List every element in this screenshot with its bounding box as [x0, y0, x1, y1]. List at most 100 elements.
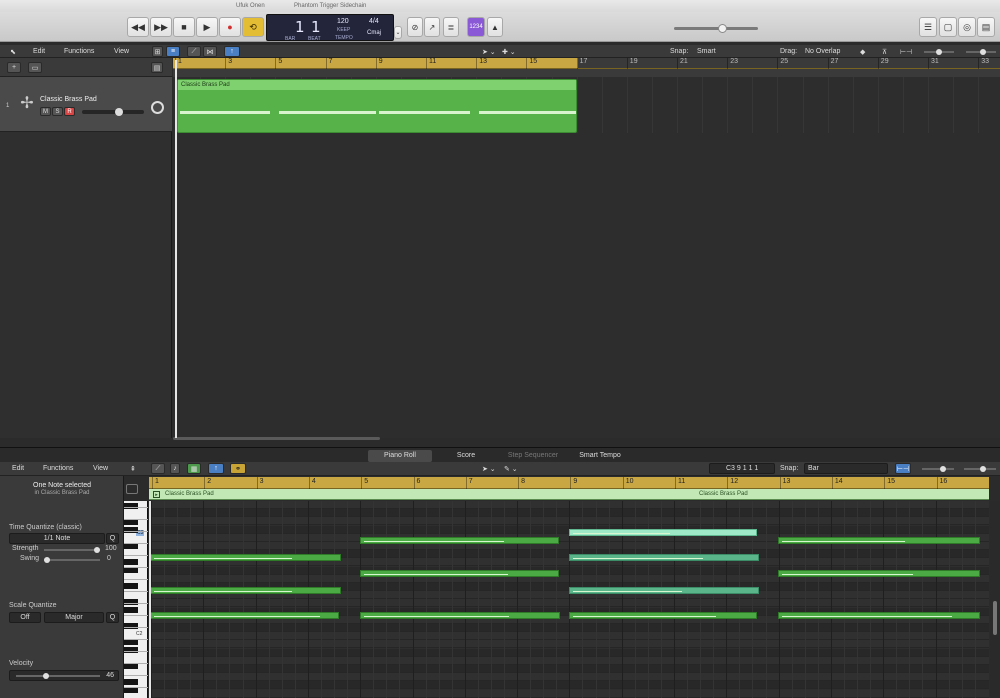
track-header-1[interactable]: 1 ✢ Classic Brass Pad M S R	[0, 77, 172, 132]
velocity-slider[interactable]	[16, 673, 100, 679]
main-ruler[interactable]: 1 3 5 7 9 11 13 15 17 19 21 23 25 27 29 31 33	[173, 58, 1000, 69]
black-key[interactable]	[124, 527, 138, 533]
grid-view-icon[interactable]: ⊞	[152, 46, 163, 57]
calendar-icon[interactable]	[126, 484, 138, 494]
record-icon[interactable]: ●	[219, 17, 241, 37]
track-horizontal-zoom-slider[interactable]	[966, 49, 996, 55]
black-key[interactable]	[124, 607, 138, 613]
tracks-functions-menu[interactable]: Functions	[64, 48, 94, 55]
track-name[interactable]: Classic Brass Pad	[40, 96, 97, 103]
horizontal-zoom-icon[interactable]: ⊢⊣	[900, 48, 912, 56]
velocity-knob[interactable]	[43, 673, 50, 679]
browser-icon[interactable]: ▤	[977, 17, 995, 37]
autopunch-icon[interactable]: ↗	[424, 17, 440, 37]
play-icon[interactable]: ▶	[196, 17, 218, 37]
swing-knob[interactable]	[44, 557, 50, 563]
rewind-icon[interactable]: ◀◀	[127, 17, 149, 37]
back-icon[interactable]: ⬉	[10, 48, 16, 56]
editor-vertical-zoom-knob[interactable]	[940, 466, 946, 472]
midi-note[interactable]	[778, 537, 980, 544]
replace-icon[interactable]: ⊘	[407, 17, 423, 37]
loop-browser-icon[interactable]: ◎	[958, 17, 976, 37]
black-key[interactable]	[124, 647, 138, 653]
scale-quantize-q-button[interactable]: Q	[106, 612, 119, 623]
global-tracks-icon[interactable]: ▤	[151, 62, 163, 73]
track-volume-knob[interactable]	[115, 108, 124, 116]
black-key[interactable]	[124, 559, 138, 565]
tracks-edit-menu[interactable]: Edit	[33, 48, 45, 55]
editor-ruler[interactable]: 1 2 3 4 5 6 7 8 9 10 11 12 13 14 15 16	[149, 477, 989, 489]
midi-note[interactable]	[569, 612, 757, 619]
pan-knob[interactable]	[151, 101, 164, 114]
editor-pointer-tool-icon[interactable]: ➤ ⌄	[482, 465, 496, 473]
piano-keyboard[interactable]: C3 C2	[124, 501, 148, 698]
list-editors-icon[interactable]: ☰	[919, 17, 937, 37]
add-track-icon[interactable]: +	[7, 62, 21, 73]
time-quantize-select[interactable]: 1/1 Note	[9, 533, 105, 544]
stop-icon[interactable]: ■	[173, 17, 195, 37]
waveform-zoom-icon[interactable]: ◆	[860, 48, 865, 56]
pencil-tool-icon[interactable]: ✚ ⌄	[502, 48, 516, 56]
tab-step-sequencer[interactable]: Step Sequencer	[500, 450, 566, 462]
strength-knob[interactable]	[94, 547, 100, 553]
tab-score[interactable]: Score	[436, 450, 496, 462]
track-vertical-zoom-slider[interactable]	[924, 49, 954, 55]
midi-out-icon[interactable]: ▦	[187, 463, 201, 474]
editor-edit-menu[interactable]: Edit	[12, 465, 24, 472]
master-volume-knob[interactable]	[718, 24, 727, 33]
count-in-button[interactable]: 1234	[467, 17, 485, 37]
lcd-dropdown[interactable]: ⌄	[394, 26, 402, 39]
track-vertical-zoom-knob[interactable]	[936, 49, 942, 55]
editor-scroll-thumb[interactable]	[993, 601, 997, 635]
filter-icon[interactable]: ⇞	[130, 465, 136, 473]
list-editor-icon[interactable]: ≣	[443, 17, 459, 37]
editor-region-bar[interactable]: ▸ Classic Brass Pad Classic Brass Pad	[149, 489, 989, 500]
track-folder-icon[interactable]: ▭	[28, 62, 42, 73]
tracks-view-menu[interactable]: View	[114, 48, 129, 55]
editor-horizontal-zoom-slider[interactable]	[964, 466, 996, 472]
region-toggle-icon[interactable]: ▸	[153, 491, 160, 498]
tab-piano-roll[interactable]: Piano Roll	[368, 450, 432, 462]
cycle-icon[interactable]: ⟲	[242, 17, 264, 37]
midi-note[interactable]	[150, 587, 341, 594]
record-enable-button[interactable]: R	[64, 107, 75, 116]
editor-functions-menu[interactable]: Functions	[43, 465, 73, 472]
editor-automation-icon[interactable]: ⟋	[151, 463, 165, 474]
piano-roll-grid[interactable]	[149, 501, 989, 698]
midi-note[interactable]	[569, 554, 759, 561]
editor-view-menu[interactable]: View	[93, 465, 108, 472]
midi-note[interactable]	[778, 612, 980, 619]
scale-root-select[interactable]: Off	[9, 612, 41, 623]
lcd-display[interactable]: 1 1 BAR BEAT 120 KEEP TEMPO 4/4 Cmaj	[266, 14, 394, 42]
editor-playhead[interactable]	[149, 501, 151, 698]
editor-pencil-tool-icon[interactable]: ✎ ⌄	[504, 465, 518, 473]
midi-note[interactable]	[150, 554, 341, 561]
midi-region[interactable]: Classic Brass Pad	[177, 79, 577, 133]
pointer-tool-icon[interactable]: ➤ ⌄	[482, 48, 496, 56]
editor-vertical-scrollbar[interactable]	[990, 501, 1000, 698]
black-key[interactable]	[124, 623, 138, 629]
drag-select[interactable]: No Overlap	[805, 48, 840, 55]
midi-note[interactable]	[150, 612, 339, 619]
editor-horizontal-zoom-knob[interactable]	[980, 466, 986, 472]
notepad-icon[interactable]: ▢	[939, 17, 957, 37]
tracks-horizontal-scrollbar[interactable]	[173, 437, 380, 440]
midi-note[interactable]	[360, 537, 559, 544]
snap-select[interactable]: Smart	[697, 48, 716, 55]
black-key[interactable]	[124, 599, 138, 605]
mute-button[interactable]: M	[40, 107, 51, 116]
editor-snap-select[interactable]: Bar	[804, 463, 888, 474]
link-icon[interactable]: ⚭	[230, 463, 246, 474]
track-horizontal-zoom-knob[interactable]	[980, 49, 986, 55]
swing-slider[interactable]	[44, 557, 100, 563]
velocity-field[interactable]: 46	[9, 670, 119, 681]
editor-zoom-icon[interactable]: ⊢⊣	[895, 463, 911, 474]
flex-icon[interactable]: ⋈	[203, 46, 217, 57]
metronome-icon[interactable]: ▲	[487, 17, 503, 37]
solo-button[interactable]: S	[52, 107, 63, 116]
catch-icon[interactable]: ↑	[224, 46, 240, 57]
midi-note[interactable]	[569, 587, 759, 594]
black-key[interactable]	[124, 583, 138, 589]
tracks-area[interactable]: Classic Brass Pad	[173, 77, 1000, 438]
editor-catch-icon[interactable]: ↑	[208, 463, 224, 474]
